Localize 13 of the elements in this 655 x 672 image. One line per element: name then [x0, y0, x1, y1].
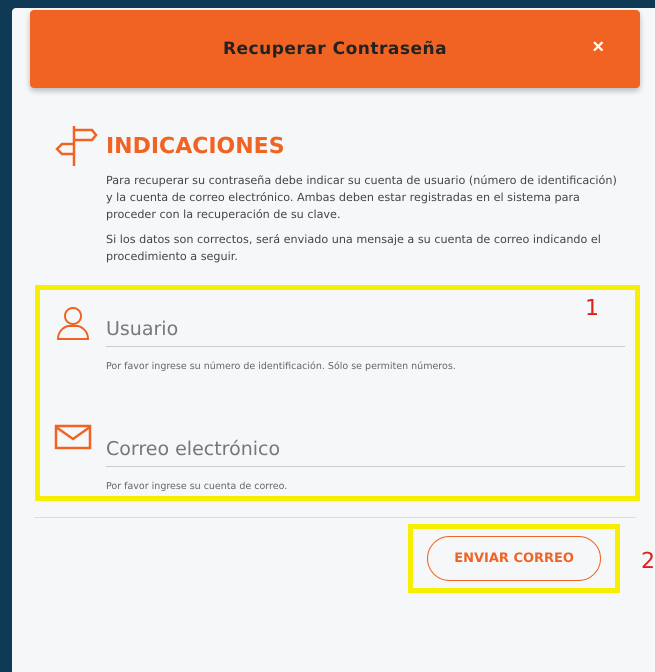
envelope-icon [54, 424, 92, 450]
input-field[interactable]: Correo electrónico [106, 424, 625, 467]
field-hint: Por favor ingrese su número de identificación. Sólo se permiten números. [106, 361, 457, 372]
annotation-number: 2 [641, 549, 655, 574]
signpost-icon [54, 124, 98, 168]
send-button[interactable]: ENVIAR CORREO [427, 536, 601, 581]
close-button[interactable]: × [592, 36, 604, 59]
section-heading: INDICACIONES [106, 134, 285, 158]
user-icon [54, 304, 92, 342]
instruction-text: Para recuperar su contraseña debe indicar su cuenta de usuario (número de identificación) y la cuenta de correo electrónico. Ambas deben estar registradas en el sistema para proceder con la recuperación de su clave. [106, 173, 618, 223]
field-hint: Por favor ingrese su cuenta de correo. [106, 481, 288, 492]
instruction-text: Si los datos son correctos, será enviado una mensaje a su cuenta de correo indicando el procedimiento a seguir. [106, 232, 602, 265]
dialog-title: Recuperar Contraseña [222, 39, 448, 59]
